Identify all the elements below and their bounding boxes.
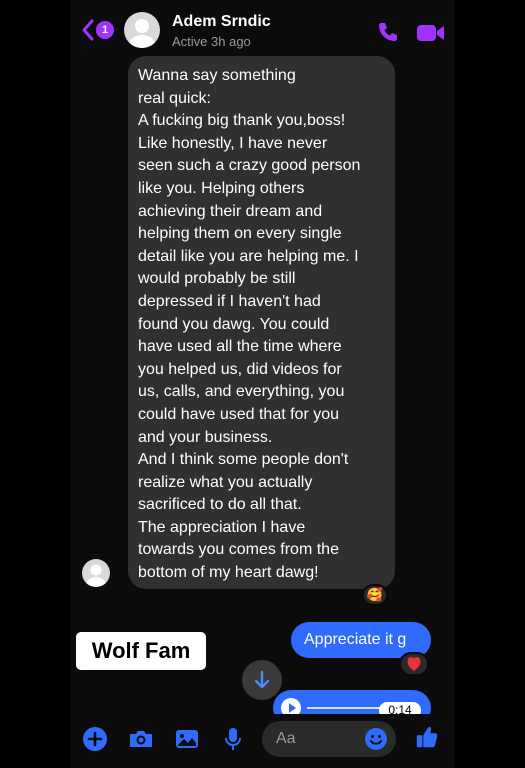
camera-icon[interactable] bbox=[128, 726, 154, 752]
unread-badge: 1 bbox=[96, 21, 114, 39]
emoji-icon[interactable] bbox=[364, 727, 388, 751]
contact-status: Active 3h ago bbox=[172, 34, 251, 49]
message-line: sacrificed to do all that. bbox=[138, 496, 302, 514]
message-line: bottom of my heart dawg! bbox=[138, 564, 319, 582]
message-line: towards you comes from the bbox=[138, 541, 339, 559]
message-line: would probably be still bbox=[138, 270, 296, 288]
default-avatar-icon bbox=[86, 564, 106, 587]
contact-name[interactable]: Adem Srndic bbox=[172, 13, 271, 31]
phone-icon[interactable] bbox=[376, 20, 400, 44]
message-line: The appreciation I have bbox=[138, 518, 306, 536]
message-line: found you dawg. You could bbox=[138, 315, 330, 333]
plus-icon[interactable] bbox=[82, 726, 108, 752]
message-line: depressed if I haven't had bbox=[138, 292, 321, 310]
contact-avatar[interactable] bbox=[124, 12, 160, 48]
chat-screen: 1 Adem Srndic Active 3h ago Wanna say so… bbox=[70, 0, 454, 768]
incoming-message-bubble[interactable]: Wanna say something real quick: A fuckin… bbox=[128, 56, 395, 589]
sender-avatar[interactable] bbox=[82, 559, 110, 587]
incoming-reaction[interactable]: 🥰 bbox=[362, 584, 388, 606]
back-icon bbox=[82, 19, 94, 41]
chat-header: 1 Adem Srndic Active 3h ago bbox=[70, 0, 454, 56]
video-camera-icon[interactable] bbox=[416, 22, 446, 44]
audio-waveform bbox=[307, 707, 387, 709]
message-line: have used all the time where bbox=[138, 338, 342, 356]
smiling-face-with-hearts-icon: 🥰 bbox=[366, 587, 384, 602]
message-line: detail like you are helping me. I bbox=[138, 247, 359, 265]
message-input[interactable] bbox=[276, 721, 356, 757]
message-line: helping them on every single bbox=[138, 225, 342, 243]
message-line: achieving their dream and bbox=[138, 202, 323, 220]
message-line: Wanna say something bbox=[138, 67, 296, 84]
app-frame: 1 Adem Srndic Active 3h ago Wanna say so… bbox=[0, 0, 525, 768]
outgoing-reaction[interactable] bbox=[399, 652, 429, 676]
thumbs-up-icon[interactable] bbox=[414, 724, 440, 750]
message-line: real quick: bbox=[138, 89, 211, 107]
message-line: seen such a crazy good person bbox=[138, 157, 361, 175]
message-line: us, calls, and everything, you bbox=[138, 383, 345, 401]
arrow-down-icon bbox=[254, 670, 270, 689]
microphone-icon[interactable] bbox=[220, 726, 246, 752]
default-avatar-icon bbox=[129, 19, 155, 48]
back-button[interactable]: 1 bbox=[80, 16, 116, 44]
message-line: and your business. bbox=[138, 428, 273, 446]
gallery-icon[interactable] bbox=[174, 726, 200, 752]
message-line: And I think some people don't bbox=[138, 451, 349, 469]
heart-icon bbox=[407, 657, 421, 671]
message-line: Like honestly, I have never bbox=[138, 134, 328, 152]
message-input-container[interactable] bbox=[262, 721, 396, 757]
composer-bar bbox=[70, 714, 454, 768]
message-line: A fucking big thank you,boss! bbox=[138, 112, 346, 130]
message-line: like you. Helping others bbox=[138, 179, 305, 197]
message-line: could have used that for you bbox=[138, 405, 340, 423]
scroll-to-bottom-button[interactable] bbox=[242, 660, 282, 700]
wolf-fam-sticker: Wolf Fam bbox=[76, 632, 206, 670]
message-line: realize what you actually bbox=[138, 473, 313, 491]
message-line: you helped us, did videos for bbox=[138, 360, 342, 378]
